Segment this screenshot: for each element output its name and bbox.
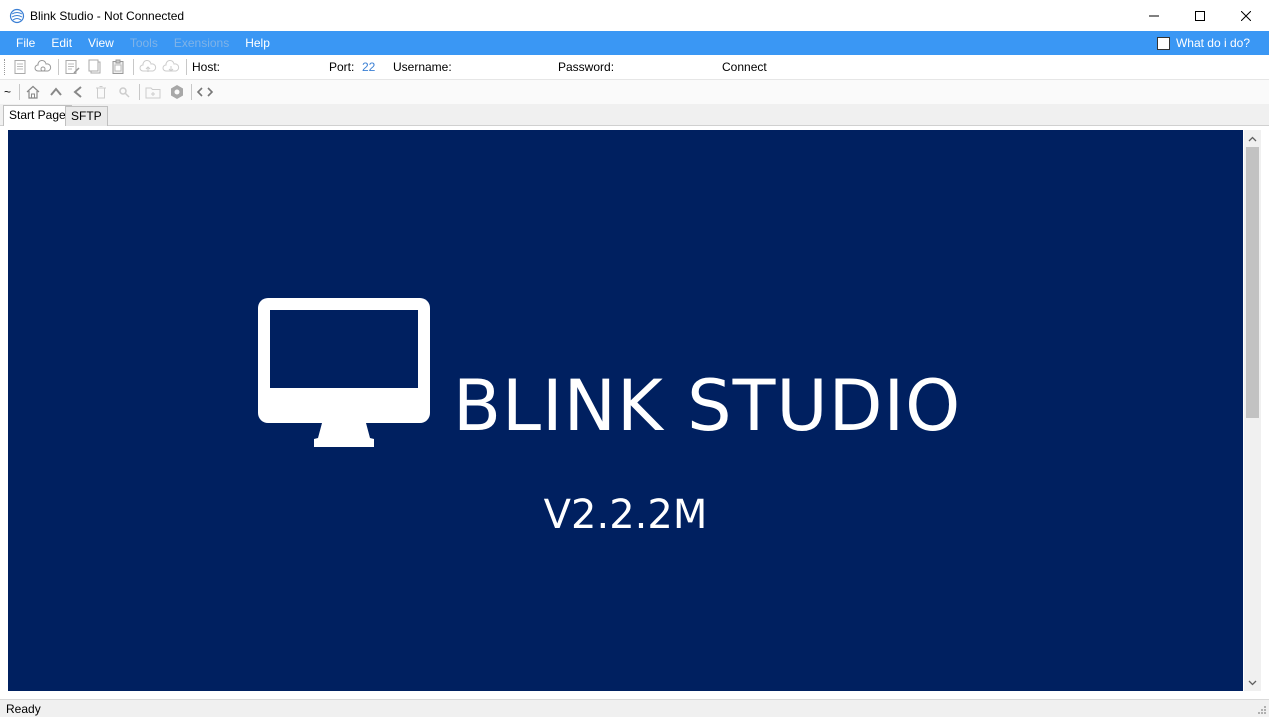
clipboard-icon[interactable] [109,58,127,76]
cloud-upload-icon[interactable] [139,58,157,76]
menu-file[interactable]: File [8,31,43,55]
navigation-toolbar: ~ [0,80,1269,104]
password-input[interactable] [615,55,715,80]
connect-button[interactable]: Connect [722,55,767,80]
toolbar-separator [139,84,140,100]
tab-start-page[interactable]: Start Page [3,105,72,126]
new-folder-icon[interactable] [144,83,162,101]
menu-edit[interactable]: Edit [43,31,80,55]
chevron-up-icon [1248,136,1257,141]
host-input[interactable] [224,55,320,80]
toolbar-grip[interactable] [4,59,7,75]
toolbar-separator [19,84,20,100]
tab-sftp[interactable]: SFTP [65,106,108,126]
tab-strip: Start Page SFTP [0,104,1269,126]
start-page-splash: BLINK STUDIO V2.2.2M [8,130,1243,691]
close-icon [1241,10,1251,21]
window-title: Blink Studio - Not Connected [30,8,185,23]
resize-grip-icon[interactable] [1255,703,1267,715]
username-label: Username: [393,60,452,74]
port-input[interactable]: 22 [362,55,375,80]
home-icon[interactable] [24,83,42,101]
title-bar: Blink Studio - Not Connected [0,0,1269,31]
search-icon[interactable] [115,83,133,101]
edit-document-icon[interactable] [63,58,81,76]
blink-app-icon [9,8,25,24]
toolbar-separator [186,59,187,75]
status-bar: Ready [0,699,1269,717]
menu-tools[interactable]: Tools [122,31,166,55]
scroll-down-button[interactable] [1244,674,1261,691]
what-do-i-do-checkbox[interactable] [1156,36,1170,50]
menu-help[interactable]: Help [237,31,278,55]
cloud-download-icon[interactable] [162,58,180,76]
scroll-up-button[interactable] [1244,130,1261,147]
what-do-i-do-toggle[interactable]: What do i do? [1156,31,1250,55]
minimize-icon [1149,15,1159,16]
version-text: V2.2.2M [543,492,708,538]
status-text: Ready [6,702,41,716]
delete-icon[interactable] [92,83,110,101]
monitor-icon [258,298,430,447]
cloud-connect-icon[interactable] [34,58,52,76]
menu-extensions[interactable]: Exensions [166,31,237,55]
connection-toolbar: Host: Port: 22 Username: Password: Conne… [0,55,1269,80]
toolbar-separator [191,84,192,100]
path-field[interactable]: ~ [4,80,11,104]
code-icon[interactable] [196,83,214,101]
maximize-button[interactable] [1177,0,1223,31]
maximize-icon [1195,10,1205,21]
toolbar-separator [133,59,134,75]
vertical-scrollbar[interactable] [1244,130,1261,691]
chevron-down-icon [1248,680,1257,685]
copy-icon[interactable] [86,58,104,76]
scroll-thumb[interactable] [1246,147,1259,418]
back-icon[interactable] [69,83,87,101]
host-label: Host: [192,60,221,74]
menu-bar: File Edit View Tools Exensions Help What… [0,31,1269,55]
toolbar-separator [58,59,59,75]
username-input[interactable] [453,55,551,80]
version-label: V2.2.2M [8,490,1243,540]
close-button[interactable] [1223,0,1269,31]
what-do-i-do-label: What do i do? [1175,36,1250,50]
port-label: Port: [329,60,355,74]
password-label: Password: [558,60,615,74]
up-icon[interactable] [47,83,65,101]
brand-title: BLINK STUDIO [453,365,962,447]
new-document-icon[interactable] [11,58,29,76]
minimize-button[interactable] [1131,0,1177,31]
menu-view[interactable]: View [80,31,122,55]
settings-hex-icon[interactable] [168,83,186,101]
